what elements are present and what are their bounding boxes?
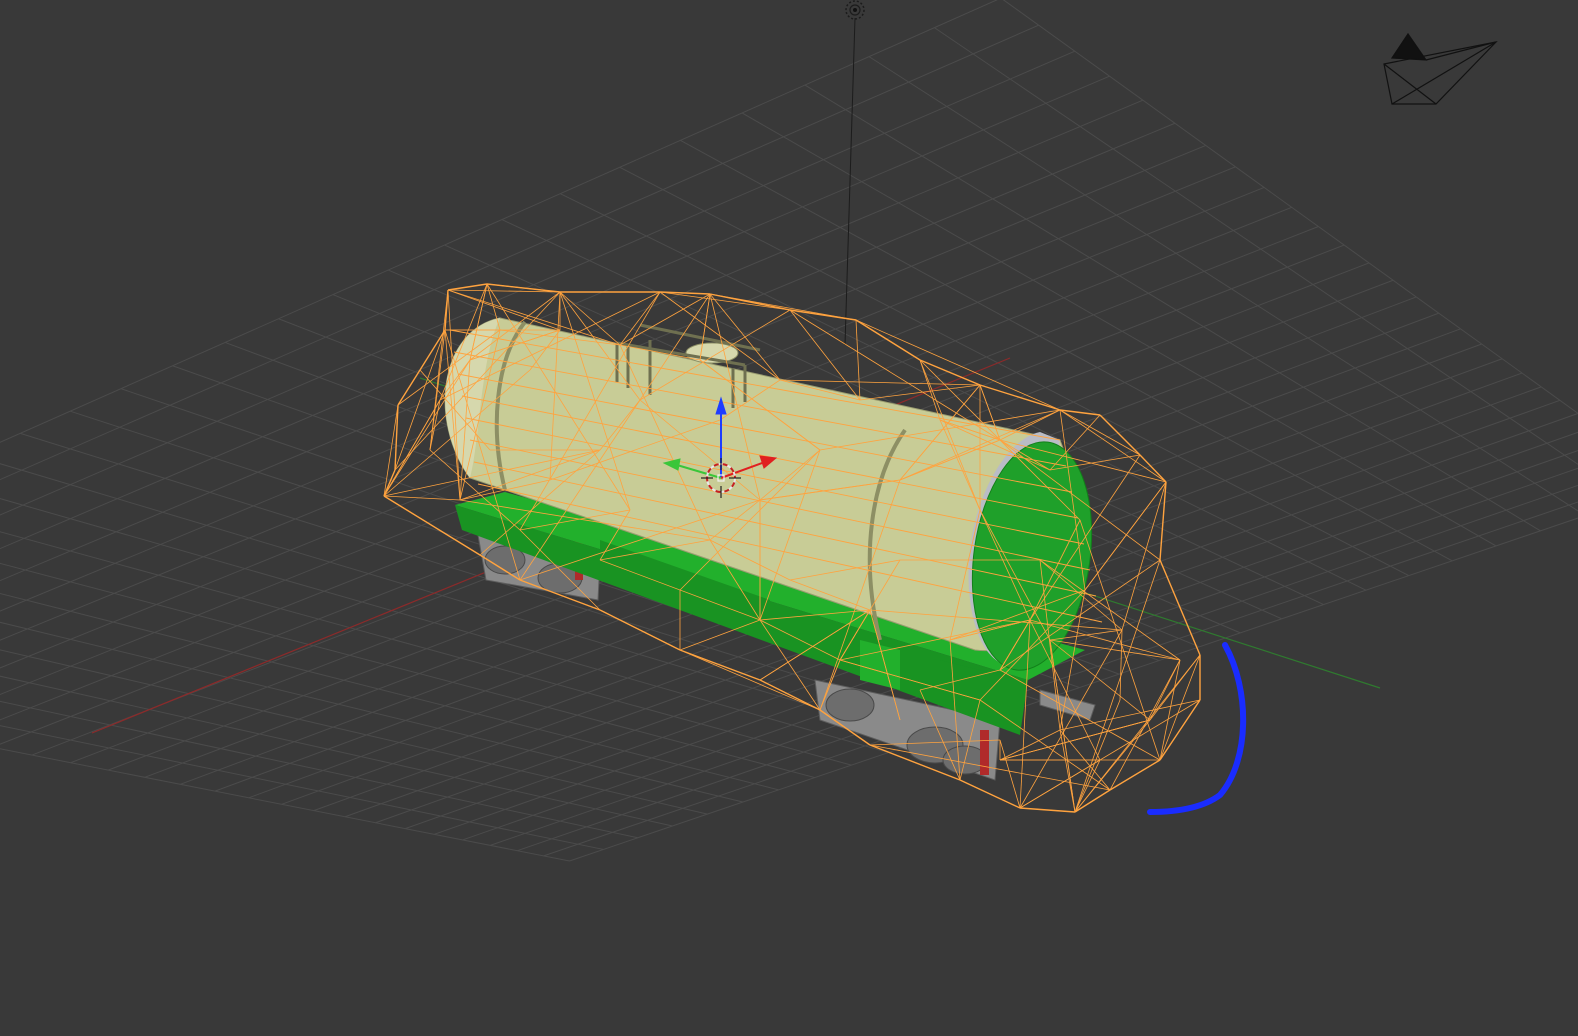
wire-edge	[1159, 559, 1201, 656]
wire-edge	[1074, 559, 1161, 813]
wire-edge	[999, 739, 1021, 809]
wire-edge	[619, 291, 661, 346]
rotation-hint-arc	[1147, 642, 1247, 815]
wire-edge	[855, 319, 921, 361]
wire-edge	[397, 369, 421, 406]
wire-edge	[919, 359, 981, 386]
wire-edge	[679, 649, 821, 711]
grid-line	[0, 675, 673, 827]
wire-edge	[1019, 807, 1076, 813]
grid-line	[1002, 0, 1578, 414]
wire-edge	[394, 329, 446, 471]
wire-edge	[679, 649, 761, 681]
wire-edge	[859, 384, 981, 401]
wire-edge	[1079, 519, 1161, 761]
wire-edge	[1099, 414, 1141, 456]
wire-edge	[999, 719, 1151, 761]
wire-edge	[447, 283, 488, 291]
tank-car-model[interactable]	[383, 283, 1201, 813]
light-lamp-icon[interactable]	[844, 0, 865, 346]
grid-line	[0, 725, 604, 850]
grid-line	[934, 27, 1578, 465]
viewport-canvas[interactable]	[0, 0, 1578, 1036]
wire-edge	[1109, 759, 1161, 791]
wire-edge	[1019, 759, 1101, 809]
wire-edge	[855, 319, 861, 401]
camera-icon[interactable]	[1383, 32, 1498, 105]
wire-edge	[1159, 481, 1167, 561]
wire-edge	[659, 291, 791, 311]
wire-edge	[959, 779, 1021, 809]
3d-viewport[interactable]	[0, 0, 1578, 1036]
wire-edge	[999, 669, 1161, 761]
